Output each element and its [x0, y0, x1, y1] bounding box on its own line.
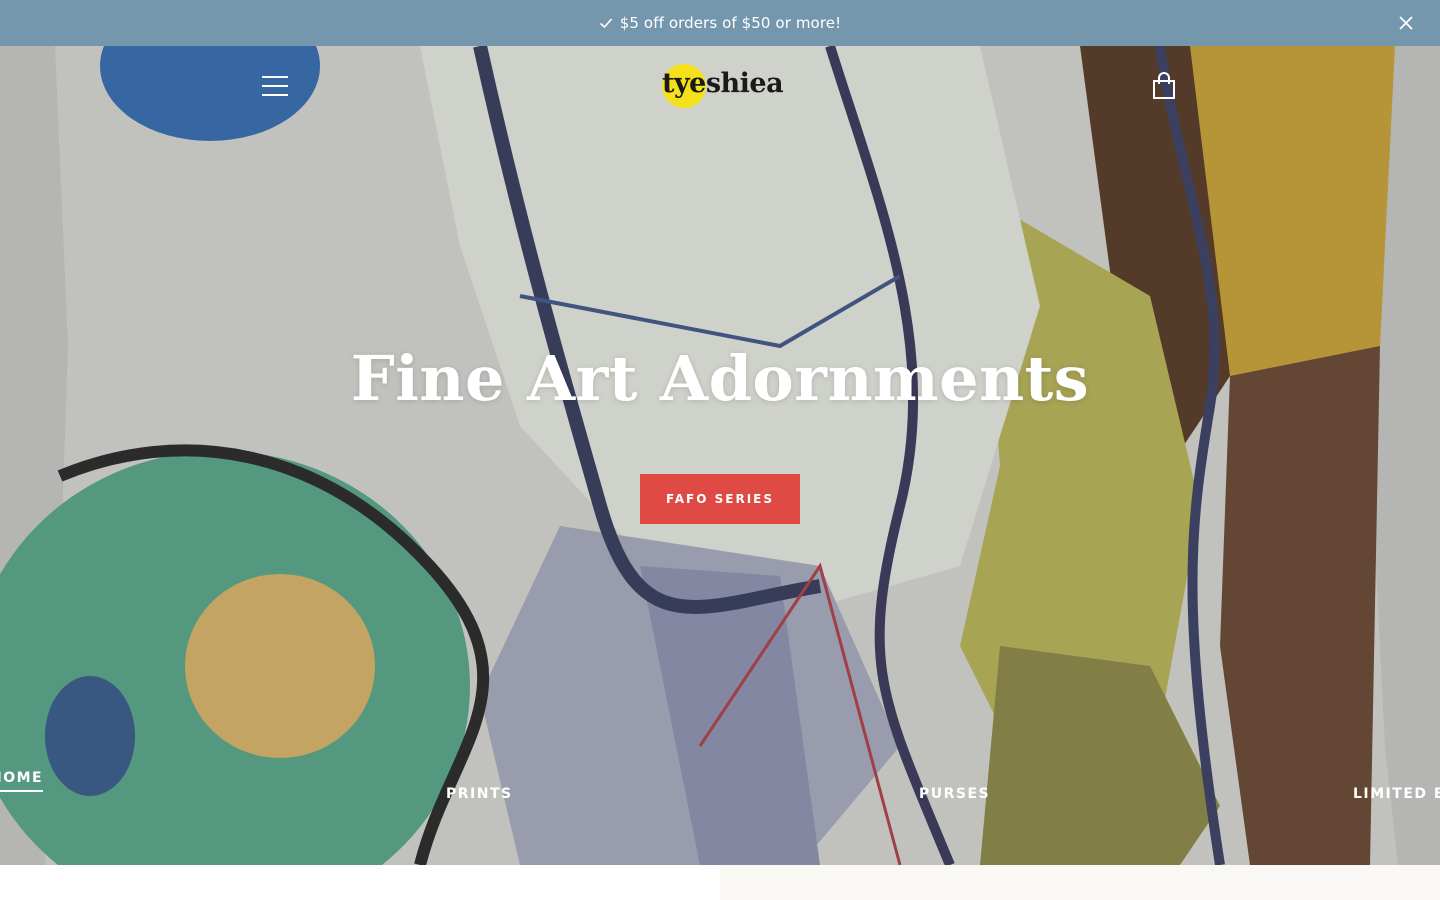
shopping-bag-icon[interactable]: [1151, 72, 1177, 100]
announcement-text[interactable]: $5 off orders of $50 or more!: [620, 14, 841, 32]
nav-purses[interactable]: PURSES: [919, 786, 990, 802]
announcement-bar: $5 off orders of $50 or more!: [0, 0, 1440, 46]
logo-text: tyeshiea: [662, 68, 784, 99]
hero-section: tyeshiea Fine Art Adornments FAFO SERIES…: [0, 46, 1440, 865]
hero-overlay: [0, 46, 1440, 865]
section-right-panel: [720, 865, 1440, 900]
section-left-panel: [0, 865, 720, 900]
nav-home[interactable]: HOME: [0, 770, 44, 792]
hero-title: Fine Art Adornments: [350, 342, 1090, 415]
nav-prints[interactable]: PRINTS: [446, 786, 513, 802]
hero-navigation: HOME PRINTS PURSES LIMITED EDITION: [0, 766, 1440, 806]
fafo-series-button[interactable]: FAFO SERIES: [640, 474, 800, 524]
hamburger-menu-icon[interactable]: [262, 76, 288, 96]
site-logo[interactable]: tyeshiea: [660, 62, 790, 112]
close-icon[interactable]: [1398, 15, 1414, 31]
nav-limited-edition[interactable]: LIMITED EDITION: [1353, 786, 1440, 802]
check-icon: [599, 18, 612, 29]
